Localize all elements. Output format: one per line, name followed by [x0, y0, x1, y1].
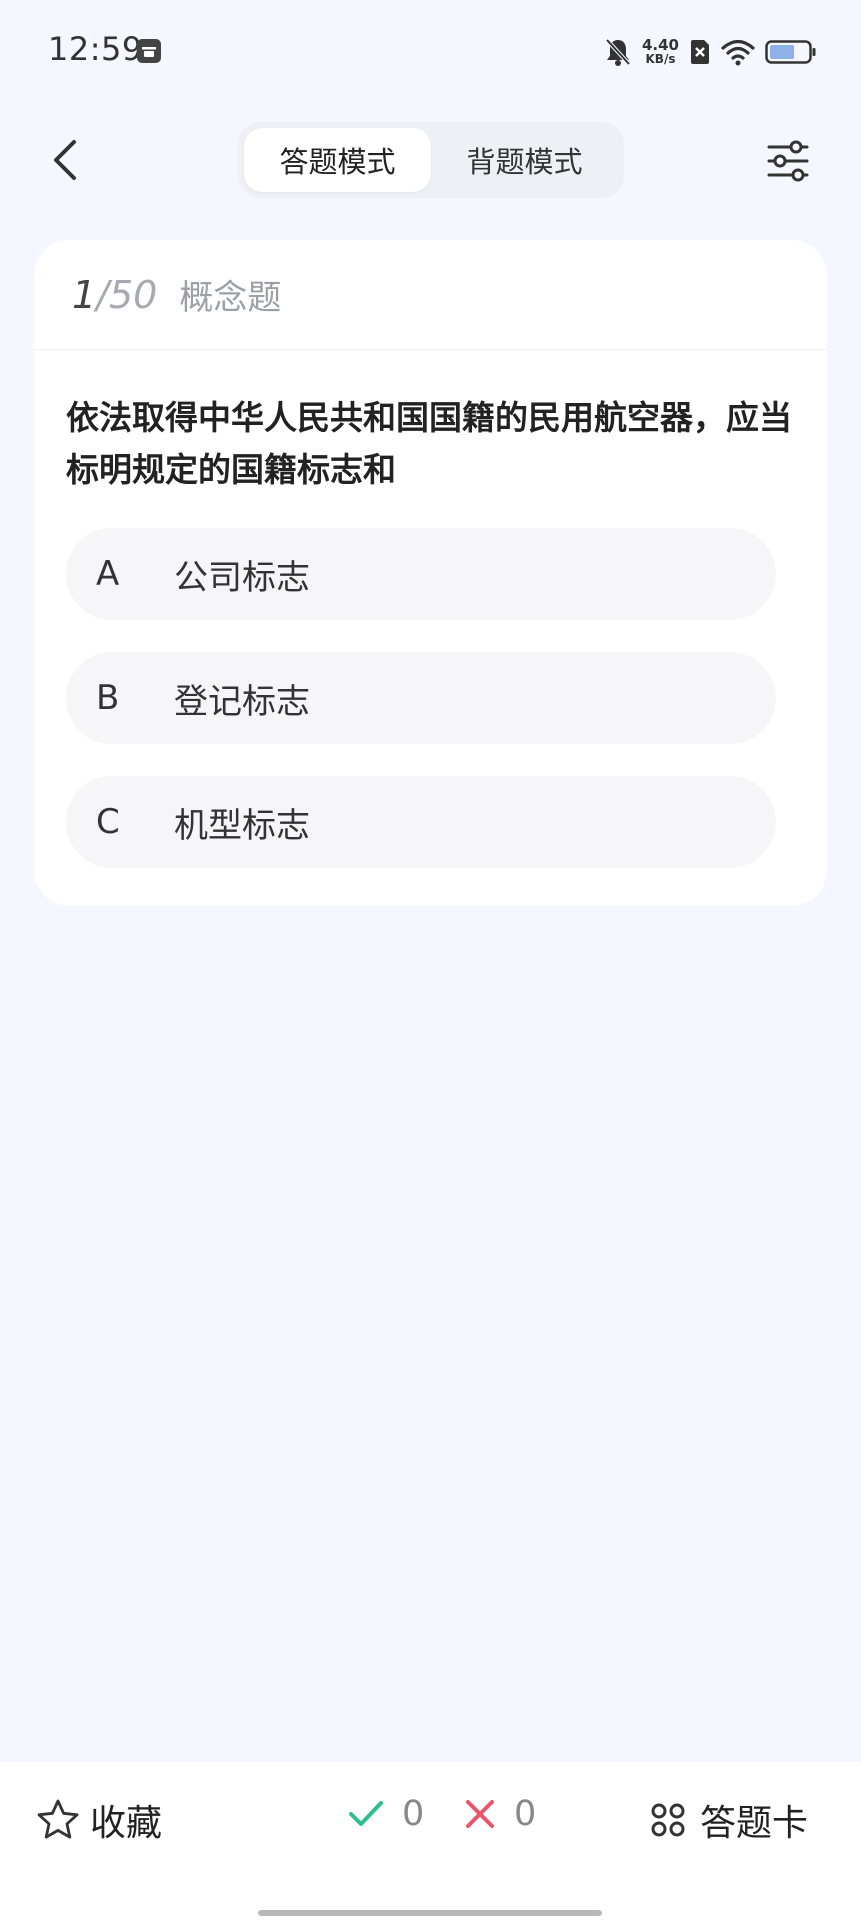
- net-speed-value: 4.40: [641, 36, 679, 54]
- settings-sliders-icon[interactable]: [766, 140, 810, 182]
- tab-memorize-mode[interactable]: 背题模式: [431, 128, 618, 192]
- option-text: 公司标志: [174, 557, 310, 598]
- mode-switch: 答题模式 背题模式: [238, 122, 624, 198]
- option-text: 登记标志: [174, 681, 310, 722]
- question-text: 依法取得中华人民共和国国籍的民用航空器，应当标明规定的国籍标志和: [66, 398, 792, 489]
- grid-icon: [651, 1803, 685, 1837]
- check-icon: [349, 1801, 383, 1826]
- total-questions: /50: [96, 272, 158, 317]
- correct-count-value: 0: [402, 1794, 425, 1834]
- option-letter: A: [96, 554, 120, 594]
- wifi-icon: [721, 39, 755, 66]
- favorite-button[interactable]: 收藏: [36, 1794, 162, 1846]
- wrong-count-value: 0: [514, 1794, 537, 1834]
- star-icon: [37, 1799, 79, 1839]
- back-icon[interactable]: [46, 136, 86, 184]
- wrong-count: 0: [464, 1794, 536, 1834]
- option-b[interactable]: B 登记标志: [66, 652, 776, 744]
- app-notification-icon: [137, 39, 161, 63]
- no-sim-icon: [691, 40, 709, 64]
- option-a[interactable]: A 公司标志: [66, 528, 776, 620]
- net-speed: 4.40 KB/s: [641, 36, 679, 67]
- net-speed-unit: KB/s: [645, 52, 676, 66]
- question-header: 1/50 概念题: [34, 240, 827, 350]
- favorite-label: 收藏: [90, 1803, 163, 1844]
- current-question-number: 1: [72, 272, 97, 317]
- status-icons: 4.40 KB/s: [604, 32, 817, 72]
- cross-icon: [466, 1800, 494, 1828]
- question-type: 概念题: [179, 278, 282, 318]
- home-indicator[interactable]: [258, 1910, 602, 1916]
- question-progress: 1/50: [72, 273, 157, 317]
- option-letter: B: [96, 678, 120, 718]
- option-c[interactable]: C 机型标志: [66, 776, 776, 868]
- status-bar: 12:59 4.40 KB/s: [0, 0, 861, 100]
- battery-icon: [765, 40, 816, 64]
- bottom-bar: 收藏 0 0 答题卡: [0, 1762, 861, 1920]
- correct-count: 0: [348, 1794, 424, 1834]
- answer-card-label: 答题卡: [700, 1803, 809, 1844]
- option-text: 机型标志: [174, 805, 310, 846]
- answer-card-button[interactable]: 答题卡: [650, 1794, 808, 1846]
- mute-bell-icon: [605, 38, 631, 66]
- option-letter: C: [96, 802, 120, 842]
- question-card: 1/50 概念题 依法取得中华人民共和国国籍的民用航空器，应当标明规定的国籍标志…: [34, 240, 827, 906]
- status-time: 12:59: [48, 30, 143, 68]
- tab-answer-mode[interactable]: 答题模式: [244, 128, 431, 192]
